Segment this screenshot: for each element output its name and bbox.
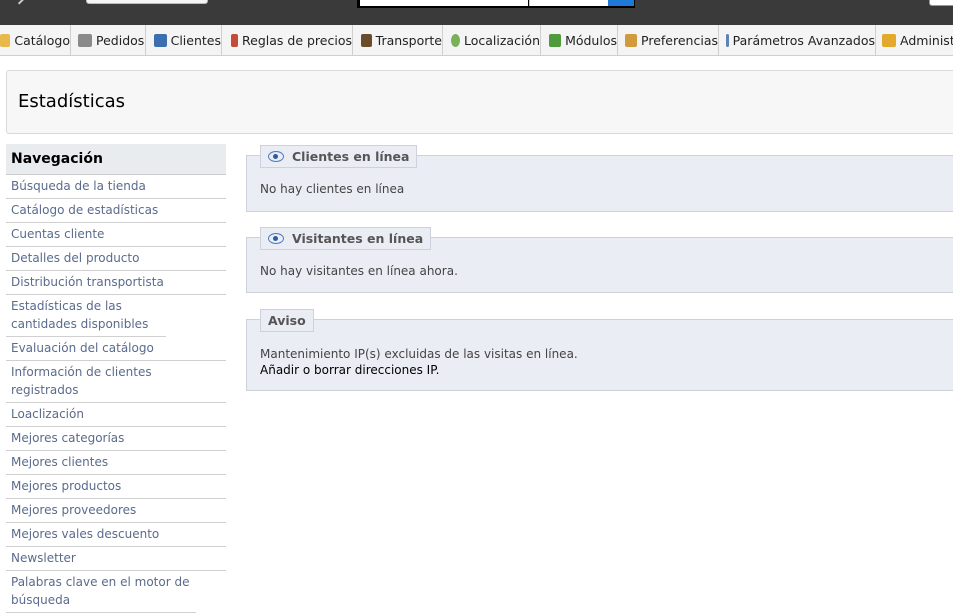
menu-tab-label: Clientes — [170, 32, 221, 48]
menu-tab-label: Catálogo — [14, 32, 70, 48]
eye-icon — [268, 151, 284, 162]
nav-item-mejores-vales[interactable]: Mejores vales descuento — [6, 523, 226, 547]
menu-tab-clientes[interactable]: Clientes — [147, 25, 222, 55]
menu-tab-label: Parámetros Avanzados — [732, 32, 875, 48]
online-visitors-legend: Visitantes en línea — [260, 227, 432, 250]
legend-label: Aviso — [268, 313, 306, 328]
menu-tab-label: Administr — [900, 32, 953, 48]
nav-item-cuentas-cliente[interactable]: Cuentas cliente — [6, 223, 226, 247]
notice-text: Mantenimiento IP(s) excluidas de las vis… — [260, 347, 578, 361]
menu-tab-modulos[interactable]: Módulos — [542, 25, 618, 55]
page-header: Estadísticas — [6, 70, 953, 134]
nav-item-clientes-registrados[interactable]: Información de clientes registrados — [6, 361, 226, 403]
nav-item-localizacion[interactable]: Loaclización — [6, 403, 226, 427]
preferences-icon — [625, 33, 638, 47]
menu-tab-preferencias[interactable]: Preferencias — [619, 25, 719, 55]
employee-menu[interactable] — [929, 0, 953, 6]
key-icon — [882, 33, 896, 47]
nav-item-mejores-categorias[interactable]: Mejores categorías — [6, 427, 226, 451]
online-customers-panel: Clientes en línea No hay clientes en lín… — [246, 145, 953, 212]
puzzle-icon — [549, 33, 562, 47]
search-scope-select[interactable] — [529, 0, 608, 6]
online-visitors-text: No hay visitantes en línea ahora. — [260, 264, 458, 278]
nav-item-mejores-proveedores[interactable]: Mejores proveedores — [6, 499, 226, 523]
nav-item-palabras-clave[interactable]: Palabras clave en el motor de búsqueda — [6, 571, 196, 613]
menu-tab-reglas-de-precios[interactable]: Reglas de precios — [223, 25, 353, 55]
menu-tab-transporte[interactable]: Transporte — [354, 25, 443, 55]
menu-tab-label: Preferencias — [641, 32, 718, 48]
notice-panel: Aviso Mantenimiento IP(s) excluidas de l… — [246, 309, 953, 391]
eye-icon — [268, 233, 284, 244]
menu-tab-pedidos[interactable]: Pedidos — [71, 25, 146, 55]
stats-navigation: Navegación Búsqueda de la tienda Catálog… — [6, 144, 226, 613]
truck-icon — [361, 33, 372, 47]
navigation-title: Navegación — [6, 144, 226, 175]
menu-tab-catalogo[interactable]: Catálogo — [0, 25, 71, 55]
menu-tab-label: Reglas de precios — [242, 32, 352, 48]
add-remove-ip-link[interactable]: Añadir o borrar direcciones IP. — [260, 362, 578, 378]
menu-tab-label: Pedidos — [96, 32, 145, 48]
search-input[interactable] — [360, 0, 528, 6]
notice-body: Mantenimiento IP(s) excluidas de las vis… — [260, 346, 578, 378]
menu-tab-administracion[interactable]: Administr — [877, 25, 953, 55]
globe-icon — [451, 33, 460, 47]
online-visitors-panel: Visitantes en línea No hay visitantes en… — [246, 227, 953, 293]
top-header — [0, 0, 953, 25]
search-button[interactable] — [608, 0, 634, 6]
back-arrow-icon[interactable] — [12, 0, 26, 5]
nav-item-busqueda-tienda[interactable]: Búsqueda de la tienda — [6, 175, 226, 199]
menu-tab-parametros-avanzados[interactable]: Parámetros Avanzados — [720, 25, 876, 55]
page-title: Estadísticas — [18, 91, 126, 112]
menu-tab-localizacion[interactable]: Localización — [444, 25, 541, 55]
nav-item-detalles-producto[interactable]: Detalles del producto — [6, 247, 226, 271]
nav-item-catalogo-estadisticas[interactable]: Catálogo de estadísticas — [6, 199, 226, 223]
main-menu: Catálogo Pedidos Clientes Reglas de prec… — [0, 25, 953, 56]
online-customers-legend: Clientes en línea — [260, 145, 418, 168]
nav-item-mejores-clientes[interactable]: Mejores clientes — [6, 451, 226, 475]
legend-label: Clientes en línea — [292, 149, 410, 164]
nav-item-cantidades-disponibles[interactable]: Estadísticas de las cantidades disponibl… — [6, 295, 166, 337]
nav-item-newsletter[interactable]: Newsletter — [6, 547, 226, 571]
cart-icon — [78, 33, 92, 47]
nav-item-mejores-productos[interactable]: Mejores productos — [6, 475, 226, 499]
nav-item-distribucion-transportista[interactable]: Distribución transportista — [6, 271, 226, 295]
menu-tab-label: Localización — [463, 32, 540, 48]
notice-legend: Aviso — [260, 309, 314, 332]
price-rules-icon — [231, 33, 239, 47]
nav-item-evaluacion-catalogo[interactable]: Evaluación del catálogo — [6, 337, 226, 361]
wrench-icon — [726, 33, 729, 47]
user-icon — [154, 33, 167, 47]
folder-icon — [0, 33, 11, 47]
menu-tab-label: Transporte — [375, 32, 442, 48]
menu-tab-label: Módulos — [565, 32, 617, 48]
legend-label: Visitantes en línea — [292, 231, 424, 246]
view-shop-button[interactable] — [86, 0, 208, 4]
online-customers-text: No hay clientes en línea — [260, 182, 405, 196]
